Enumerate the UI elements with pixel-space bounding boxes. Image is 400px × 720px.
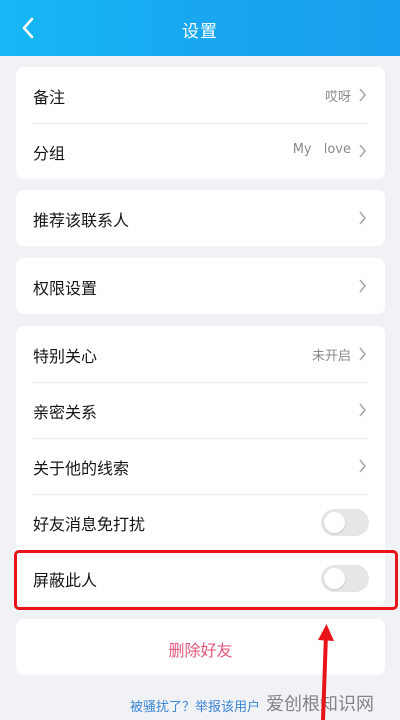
report-link[interactable]: 被骚扰了？举报该用户 xyxy=(130,696,260,715)
group-value: My love xyxy=(292,142,351,157)
group-row[interactable]: 分组 My love xyxy=(16,123,385,179)
recommend-contact-row[interactable]: 推荐该联系人 xyxy=(16,190,385,246)
block-person-row: 屏蔽此人 xyxy=(16,550,385,606)
intimate-relation-row[interactable]: 亲密关系 xyxy=(16,382,385,438)
intimate-relation-label: 亲密关系 xyxy=(33,403,98,422)
permissions-label: 权限设置 xyxy=(33,279,98,298)
toggle-knob xyxy=(324,568,345,589)
block-person-toggle[interactable] xyxy=(321,565,369,592)
mute-messages-toggle[interactable] xyxy=(321,509,369,536)
clues-row[interactable]: 关于他的线索 xyxy=(16,438,385,494)
chevron-right-icon xyxy=(359,403,366,417)
block-person-label: 屏蔽此人 xyxy=(33,571,98,590)
annotation-arrow-icon xyxy=(318,624,334,720)
mute-messages-row: 好友消息免打扰 xyxy=(16,494,385,550)
page-title: 设置 xyxy=(182,22,218,42)
remark-value: 哎呀 xyxy=(324,90,351,105)
care-group-card: 特别关心 未开启 亲密关系 关于他的线索 好友消息免打扰 屏蔽此人 xyxy=(16,326,385,606)
chevron-right-icon xyxy=(359,279,366,293)
group-label: 分组 xyxy=(33,144,66,163)
clues-label: 关于他的线索 xyxy=(33,459,130,478)
special-care-label: 特别关心 xyxy=(33,347,98,366)
permissions-row[interactable]: 权限设置 xyxy=(16,258,385,314)
recommend-contact-label: 推荐该联系人 xyxy=(33,211,130,230)
toggle-knob xyxy=(324,512,345,533)
chevron-right-icon xyxy=(359,459,366,473)
chevron-right-icon xyxy=(359,144,366,158)
chevron-right-icon xyxy=(359,347,366,361)
chevron-right-icon xyxy=(359,211,366,225)
report-link-text: 被骚扰了？举报该用户 xyxy=(130,700,261,715)
remark-label: 备注 xyxy=(33,88,66,107)
mute-messages-label: 好友消息免打扰 xyxy=(33,515,146,534)
special-care-row[interactable]: 特别关心 未开启 xyxy=(16,326,385,382)
top-bar: 设置 xyxy=(0,0,400,56)
special-care-value: 未开启 xyxy=(311,349,351,364)
recommend-card: 推荐该联系人 xyxy=(16,190,385,246)
remark-row[interactable]: 备注 哎呀 xyxy=(16,67,385,123)
chevron-right-icon xyxy=(359,88,366,102)
remark-group-card: 备注 哎呀 分组 My love xyxy=(16,67,385,179)
permissions-card: 权限设置 xyxy=(16,258,385,314)
